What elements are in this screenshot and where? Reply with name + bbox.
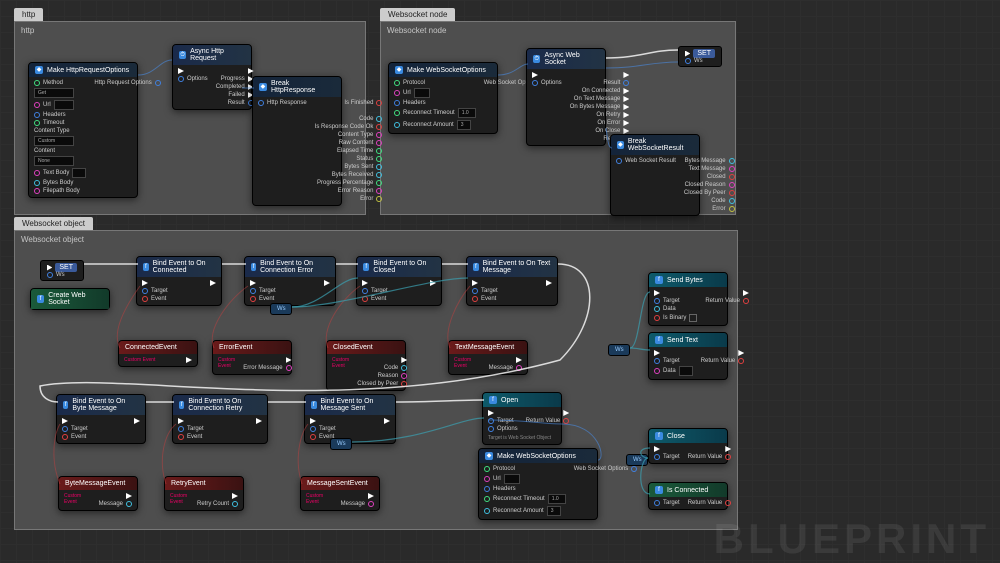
node-event-connected[interactable]: ConnectedEvent Custom Event	[118, 340, 198, 367]
node-bind-byte[interactable]: fBind Event to On Byte Message TargetEve…	[56, 394, 146, 444]
var-ws-4[interactable]: Ws	[626, 454, 648, 466]
struct-icon: ◆	[395, 66, 403, 74]
node-open[interactable]: fOpen TargetOptionsReturn Value Target i…	[482, 392, 562, 445]
node-event-closed[interactable]: ClosedEvent Custom EventCodeReasonClosed…	[326, 340, 406, 391]
region-title-wsnode: Websocket node	[387, 26, 729, 35]
node-create-websocket[interactable]: fCreate Web Socket	[30, 288, 110, 310]
struct-icon: ◆	[485, 452, 493, 460]
node-make-websocket-options-2[interactable]: ◆Make WebSocketOptions Protocol Url Head…	[478, 448, 598, 520]
function-icon: f	[655, 432, 663, 440]
function-icon: f	[655, 336, 663, 344]
function-icon: f	[311, 401, 317, 409]
method-input[interactable]	[34, 88, 74, 98]
function-icon: f	[37, 295, 44, 303]
node-async-websocket[interactable]: ⏱Async Web Socket Options Result On Conn…	[526, 48, 606, 146]
function-icon: f	[63, 401, 68, 409]
node-bind-retry[interactable]: fBind Event to On Connection Retry Targe…	[172, 394, 268, 444]
region-tab-http: http	[14, 8, 43, 21]
node-break-websocket-result[interactable]: ◆Break WebSocketResult Web Socket Result…	[610, 134, 700, 216]
function-icon: f	[179, 401, 184, 409]
function-icon: f	[143, 263, 149, 271]
node-close[interactable]: fClose TargetReturn Value	[648, 428, 728, 464]
node-set-ws[interactable]: SET Ws	[678, 46, 722, 67]
struct-icon: ◆	[35, 66, 43, 74]
region-tab-wsnode: Websocket node	[380, 8, 455, 21]
function-icon: f	[363, 263, 369, 271]
region-tab-wsobj: Websocket object	[14, 217, 93, 230]
node-bind-error[interactable]: fBind Event to On Connection Error Targe…	[244, 256, 336, 306]
var-ws-2[interactable]: Ws	[330, 438, 352, 450]
node-make-http-request-options[interactable]: ◆Make HttpRequestOptions Method Url Head…	[28, 62, 138, 198]
node-event-error[interactable]: ErrorEvent Custom EventError Message	[212, 340, 292, 375]
function-icon: f	[473, 263, 479, 271]
function-icon: f	[489, 396, 497, 404]
node-event-textmessage[interactable]: TextMessageEvent Custom EventMessage	[448, 340, 528, 375]
struct-icon: ◆	[617, 141, 624, 149]
node-send-text[interactable]: fSend Text TargetData Return Value	[648, 332, 728, 380]
node-set-ws-2[interactable]: SET Ws	[40, 260, 84, 281]
node-is-connected[interactable]: fIs Connected TargetReturn Value	[648, 482, 728, 510]
async-icon: ⏱	[533, 55, 540, 63]
node-break-http-response[interactable]: ◆Break HttpResponse Http Response Is Fin…	[252, 76, 342, 206]
function-icon: f	[655, 276, 663, 284]
node-event-messagesent[interactable]: MessageSentEvent Custom EventMessage	[300, 476, 380, 511]
node-event-bytemessage[interactable]: ByteMessageEvent Custom EventMessage	[58, 476, 138, 511]
node-bind-connected[interactable]: fBind Event to On Connected TargetEvent	[136, 256, 222, 306]
node-bind-sent[interactable]: fBind Event to On Message Sent TargetEve…	[304, 394, 396, 444]
function-icon: f	[251, 263, 256, 271]
node-make-websocket-options[interactable]: ◆Make WebSocketOptions Protocol Url Head…	[388, 62, 498, 134]
var-ws-1[interactable]: Ws	[270, 303, 292, 315]
node-bind-closed[interactable]: fBind Event to On Closed TargetEvent	[356, 256, 442, 306]
var-ws-3[interactable]: Ws	[608, 344, 630, 356]
node-send-bytes[interactable]: fSend Bytes TargetDataIs Binary Return V…	[648, 272, 728, 326]
node-bind-text[interactable]: fBind Event to On Text Message TargetEve…	[466, 256, 558, 306]
node-event-retry[interactable]: RetryEvent Custom EventRetry Count	[164, 476, 244, 511]
region-title-http: http	[21, 26, 359, 35]
watermark: BLUEPRINT	[714, 515, 990, 563]
struct-icon: ◆	[259, 83, 267, 91]
region-title-wsobj: Websocket object	[21, 235, 731, 244]
node-async-http-request[interactable]: ⏱Async Http Request Options Progress Com…	[172, 44, 252, 110]
async-icon: ⏱	[179, 51, 186, 59]
function-icon: f	[655, 486, 663, 494]
